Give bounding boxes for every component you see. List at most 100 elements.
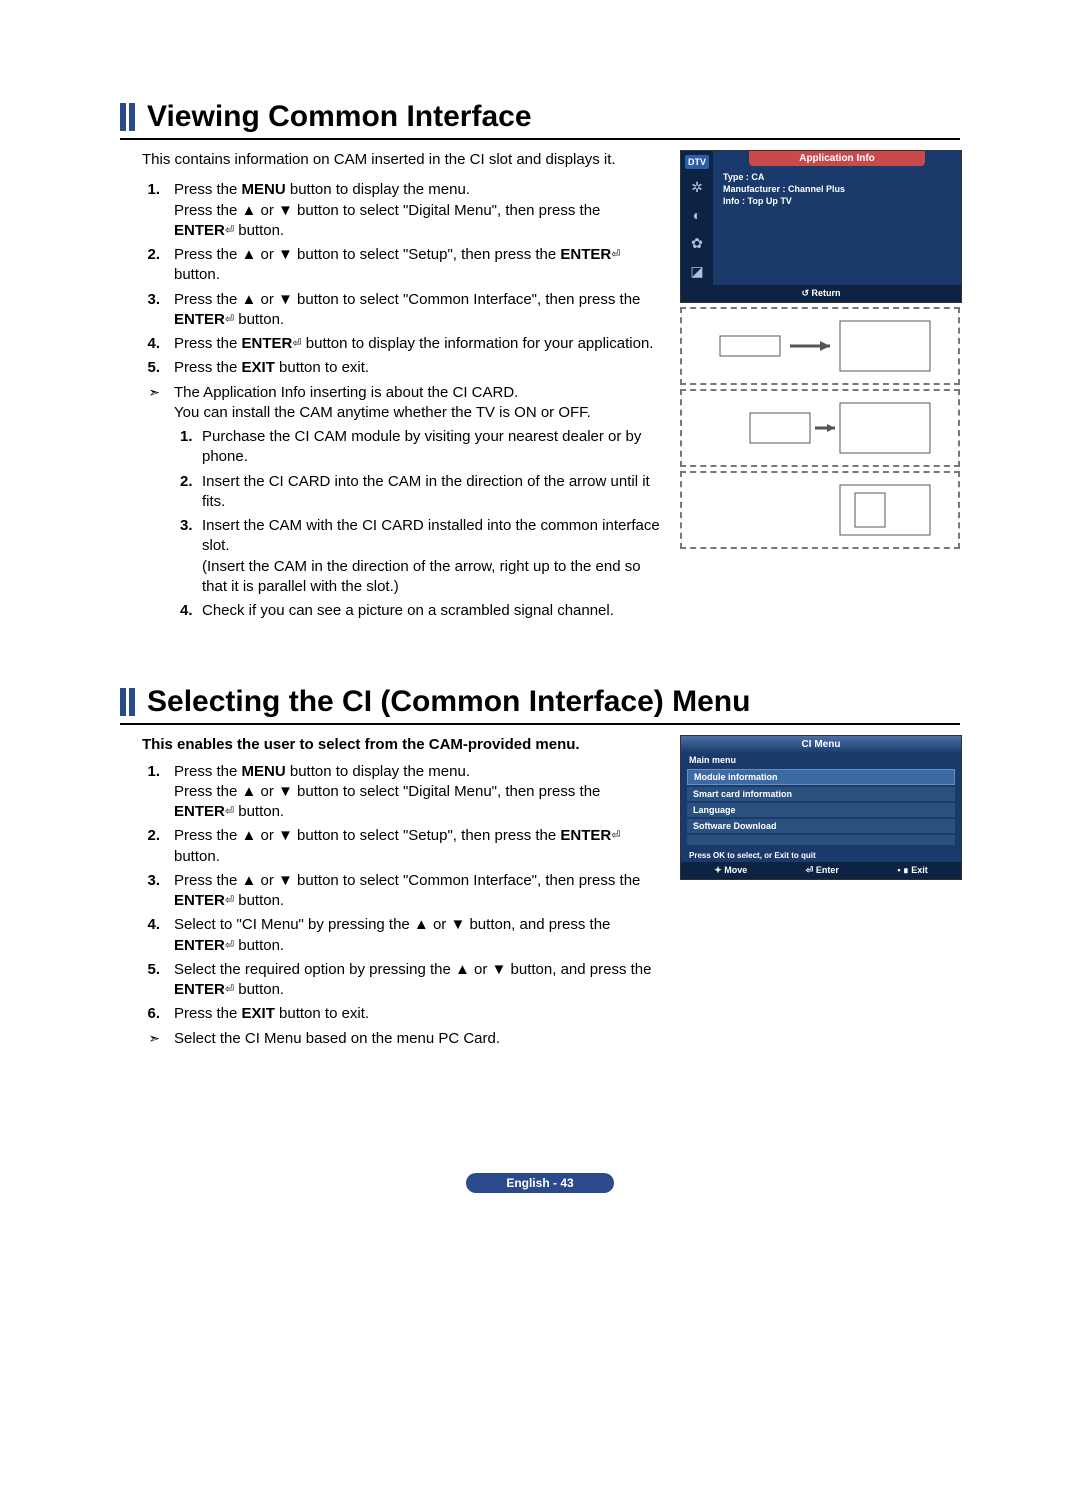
osd-tab-title: Application Info — [749, 151, 925, 166]
ci-card-illustration-2 — [680, 389, 960, 467]
enter-icon: ⏎ — [225, 806, 234, 818]
step-text: Press the ▲ or ▼ button to select "Commo… — [174, 290, 660, 331]
enter-icon: ⏎ — [225, 313, 234, 325]
ci-card-illustration-1 — [680, 307, 960, 385]
osd-ci-menu: CI Menu Main menu Module information Smar… — [680, 735, 962, 880]
enter-icon: ⏎ — [225, 224, 234, 236]
ci-menu-item[interactable]: Software Download — [687, 819, 955, 833]
step-number: 1. — [120, 180, 174, 241]
section-selecting-ci-menu: Selecting the CI (Common Interface) Menu… — [120, 685, 960, 1053]
step-item: 2.Press the ▲ or ▼ button to select "Set… — [120, 826, 660, 867]
key-exit: EXIT — [242, 1005, 275, 1022]
key-enter: ENTER — [242, 335, 293, 352]
steps-list: 1.Press the MENU button to display the m… — [120, 762, 660, 1025]
key-enter: ENTER — [174, 937, 225, 954]
substep-text: Insert the CI CARD into the CAM in the d… — [202, 472, 660, 513]
palette-icon: ◐ — [688, 207, 706, 225]
enter-icon: ⏎ — [611, 249, 620, 261]
step-number: 3. — [120, 871, 174, 912]
step-item: 1.Press the MENU button to display the m… — [120, 762, 660, 823]
dtv-badge: DTV — [685, 155, 709, 169]
step-text: Press the MENU button to display the men… — [174, 762, 660, 823]
osd-info-line: Manufacturer : Channel Plus — [723, 184, 955, 194]
section-header: Viewing Common Interface — [120, 100, 960, 140]
step-item: 3.Press the ▲ or ▼ button to select "Com… — [120, 290, 660, 331]
ci-footer-hints: ✦ Move ⏎ Enter • ∎ Exit — [681, 862, 961, 879]
substep-item: 1.Purchase the CI CAM module by visiting… — [180, 427, 660, 468]
ci-main-label: Main menu — [681, 753, 961, 767]
step-item: 5.Select the required option by pressing… — [120, 960, 660, 1001]
ci-hint-exit: • ∎ Exit — [897, 865, 927, 876]
step-item: 6.Press the EXIT button to exit. — [120, 1004, 660, 1024]
step-number: 2. — [120, 826, 174, 867]
ci-menu-item[interactable]: Module information — [687, 769, 955, 785]
substep-number: 4. — [180, 601, 202, 621]
substep-number: 3. — [180, 516, 202, 597]
key-enter: ENTER — [560, 827, 611, 844]
key-enter: ENTER — [174, 311, 225, 328]
step-number: 5. — [120, 358, 174, 378]
pointer-icon: ➣ — [120, 1029, 174, 1049]
step-text: Press the ▲ or ▼ button to select "Setup… — [174, 826, 660, 867]
enter-icon: ⏎ — [225, 895, 234, 907]
enter-icon: ⏎ — [225, 984, 234, 996]
speaker-icon: ◪ — [688, 263, 706, 281]
ci-empty-row — [687, 835, 955, 845]
note-text: Select the CI Menu based on the menu PC … — [174, 1029, 660, 1049]
step-text: Select the required option by pressing t… — [174, 960, 660, 1001]
key-menu: MENU — [242, 181, 286, 198]
step-number: 6. — [120, 1004, 174, 1024]
osd-application-info: DTV ✲ ◐ ✿ ◪ Application Info Type : CAMa… — [680, 150, 962, 303]
section-title: Viewing Common Interface — [147, 100, 532, 134]
step-number: 2. — [120, 245, 174, 286]
step-item: 5.Press the EXIT button to exit. — [120, 358, 660, 378]
step-item: 1.Press the MENU button to display the m… — [120, 180, 660, 241]
key-enter: ENTER — [174, 803, 225, 820]
substep-item: 3.Insert the CAM with the CI CARD instal… — [180, 516, 660, 597]
intro-text: This enables the user to select from the… — [142, 735, 660, 755]
step-text: Press the ENTER⏎ button to display the i… — [174, 334, 660, 354]
step-number: 1. — [120, 762, 174, 823]
substep-number: 1. — [180, 427, 202, 468]
key-menu: MENU — [242, 763, 286, 780]
step-text: Select to "CI Menu" by pressing the ▲ or… — [174, 915, 660, 956]
substep-number: 2. — [180, 472, 202, 513]
step-text: Press the EXIT button to exit. — [174, 1004, 660, 1024]
key-enter: ENTER — [560, 246, 611, 263]
ci-menu-item[interactable]: Language — [687, 803, 955, 817]
step-text: Press the ▲ or ▼ button to select "Commo… — [174, 871, 660, 912]
step-item: 3.Press the ▲ or ▼ button to select "Com… — [120, 871, 660, 912]
steps-list: 1.Press the MENU button to display the m… — [120, 180, 660, 378]
step-item: 4.Select to "CI Menu" by pressing the ▲ … — [120, 915, 660, 956]
osd-return-hint: ↺ Return — [681, 285, 961, 302]
key-enter: ENTER — [174, 892, 225, 909]
ci-menu-item[interactable]: Smart card information — [687, 787, 955, 801]
step-number: 4. — [120, 915, 174, 956]
substep-text: Check if you can see a picture on a scra… — [202, 601, 614, 621]
enter-icon: ⏎ — [292, 338, 301, 350]
ci-card-illustration-3 — [680, 471, 960, 549]
substep-item: 2.Insert the CI CARD into the CAM in the… — [180, 472, 660, 513]
step-text: Press the ▲ or ▼ button to select "Setup… — [174, 245, 660, 286]
note-text: The Application Info inserting is about … — [174, 383, 660, 424]
ci-menu-title: CI Menu — [681, 736, 961, 753]
page-footer: English - 43 — [120, 1173, 960, 1193]
step-item: 4.Press the ENTER⏎ button to display the… — [120, 334, 660, 354]
key-enter: ENTER — [174, 222, 225, 239]
step-number: 4. — [120, 334, 174, 354]
section-viewing-common-interface: Viewing Common Interface This contains i… — [120, 100, 960, 625]
key-exit: EXIT — [242, 359, 275, 376]
intro-text: This contains information on CAM inserte… — [142, 150, 660, 170]
osd-info-line: Type : CA — [723, 172, 955, 182]
globe-icon: ✲ — [688, 179, 706, 197]
osd-info-line: Info : Top Up TV — [723, 196, 955, 206]
header-accent-bars — [120, 100, 135, 134]
ci-hint-enter: ⏎ Enter — [806, 865, 839, 876]
section-title: Selecting the CI (Common Interface) Menu — [147, 685, 750, 719]
ci-prompt: Press OK to select, or Exit to quit — [681, 847, 961, 862]
step-number: 5. — [120, 960, 174, 1001]
step-text: Press the EXIT button to exit. — [174, 358, 660, 378]
substep-text: Insert the CAM with the CI CARD installe… — [202, 516, 660, 597]
step-text: Press the MENU button to display the men… — [174, 180, 660, 241]
substeps-list: 1.Purchase the CI CAM module by visiting… — [180, 427, 660, 621]
